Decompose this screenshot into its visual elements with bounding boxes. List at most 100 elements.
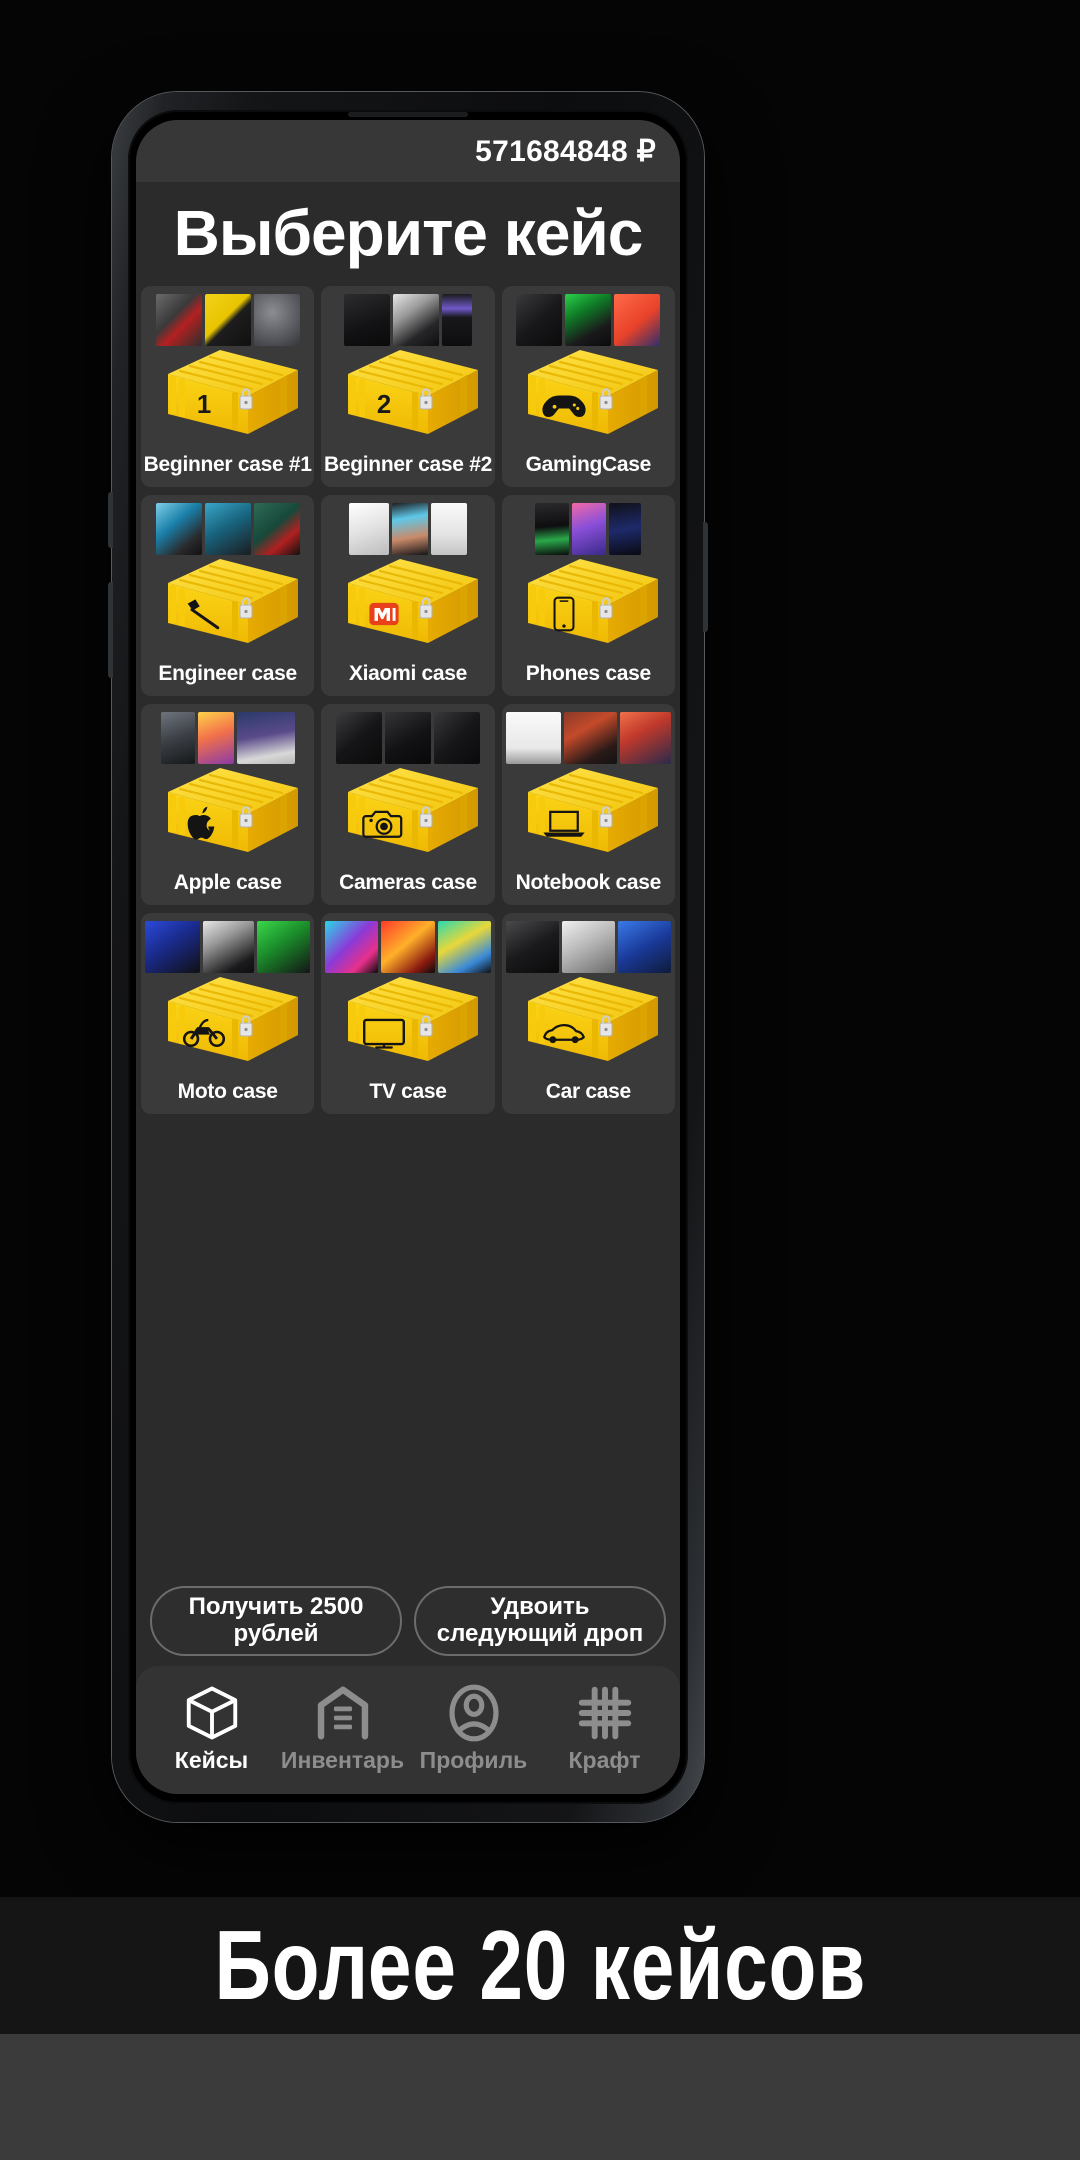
case-label: Xiaomi case <box>348 662 468 685</box>
case-label: Car case <box>545 1080 631 1103</box>
case-label: Phones case <box>525 662 651 685</box>
loot-item-hammer-drill <box>204 502 251 555</box>
case-card-apple[interactable]: Apple case <box>141 704 315 905</box>
loot-item-blue-sedan <box>617 920 671 973</box>
case-lock-icon <box>419 806 433 828</box>
loot-item-ultrabook <box>619 711 671 764</box>
loot-item-silver-sports <box>561 920 615 973</box>
case-label: Engineer case <box>158 662 297 685</box>
case-card-tv[interactable]: TV case <box>321 913 495 1114</box>
loot-preview-strip <box>321 286 494 348</box>
loot-item-dslr-3 <box>433 711 480 764</box>
case-box-art <box>528 768 659 852</box>
loot-item-tv-landscape <box>437 920 491 973</box>
case-card-xiaomi[interactable]: Xiaomi case <box>321 495 495 696</box>
case-lock-icon <box>599 388 613 410</box>
promo-banner: Более 20 кейсов <box>0 1897 1080 2034</box>
loot-item-speakers <box>516 293 563 346</box>
case-lock-icon <box>239 1015 253 1037</box>
earpiece-speaker <box>348 112 468 117</box>
loot-preview-strip <box>141 495 314 557</box>
case-card-notebook[interactable]: Notebook case <box>501 704 675 905</box>
double-next-drop-button[interactable]: Удвоить следующий дроп <box>414 1586 666 1656</box>
case-artwork: 2 <box>321 334 494 446</box>
bottom-strip <box>0 2034 1080 2160</box>
nav-item-craft[interactable]: Крафт <box>545 1682 665 1774</box>
case-card-moto[interactable]: Moto case <box>141 913 315 1114</box>
case-card-engineer[interactable]: Engineer case <box>141 495 315 696</box>
case-card-beginner-2[interactable]: 2 Beginner case #2 <box>321 286 495 487</box>
bottom-navigation: Кейсы Инвентарь Профиль Крафт <box>136 1666 680 1794</box>
nav-label-profile: Профиль <box>419 1747 528 1773</box>
person-icon <box>448 1684 499 1742</box>
case-box-art <box>347 559 478 643</box>
grid-hash-icon <box>578 1686 631 1740</box>
case-artwork <box>502 543 675 655</box>
loot-item-air-purifier <box>430 502 467 555</box>
balance-bar: 571684848 ₽ <box>136 120 680 182</box>
loot-item-ps4-controller <box>614 293 661 346</box>
box-icon <box>186 1686 237 1740</box>
case-lock-icon <box>599 1015 613 1037</box>
nav-item-profile[interactable]: Профиль <box>414 1682 534 1774</box>
loot-item-walkie-talkie <box>441 293 472 346</box>
case-box-art <box>167 977 298 1061</box>
case-artwork <box>141 752 314 864</box>
case-artwork <box>321 543 494 655</box>
loot-item-ipad <box>197 711 234 764</box>
loot-preview-strip <box>502 495 675 557</box>
case-label: Moto case <box>177 1080 278 1103</box>
case-artwork <box>502 961 675 1073</box>
case-artwork <box>502 752 675 864</box>
case-card-cameras[interactable]: Cameras case <box>321 704 495 905</box>
nav-item-inventory[interactable]: Инвентарь <box>280 1682 405 1774</box>
loot-item-alienware <box>505 711 561 764</box>
nav-item-cases[interactable]: Кейсы <box>152 1682 272 1774</box>
loot-item-bluetooth-speaker <box>253 293 300 346</box>
case-box-art <box>167 768 298 852</box>
case-box-art: 1 <box>167 350 298 434</box>
loot-item-dslr-1 <box>335 711 382 764</box>
claim-rubles-button[interactable]: Получить 2500 рублей <box>150 1586 402 1656</box>
nav-label-cases: Кейсы <box>174 1747 249 1773</box>
case-grid: 1 Beginner case #1 2 Beginner case #2 Ga… <box>136 286 680 1574</box>
case-box-art <box>347 768 478 852</box>
case-card-beginner-1[interactable]: 1 Beginner case #1 <box>141 286 315 487</box>
loot-item-dslr-2 <box>384 711 431 764</box>
loot-item-galaxy-a50 <box>572 502 607 555</box>
case-artwork: 1 <box>141 334 314 446</box>
loot-preview-strip <box>321 913 494 975</box>
case-card-car[interactable]: Car case <box>501 913 675 1114</box>
case-label: TV case <box>369 1080 447 1103</box>
loot-preview-strip <box>321 704 494 766</box>
loot-item-glue-gun <box>155 293 202 346</box>
loot-item-black-coupe <box>505 920 559 973</box>
loot-item-iphone <box>160 711 195 764</box>
case-card-phones[interactable]: Phones case <box>501 495 675 696</box>
case-label: Beginner case #1 <box>143 453 312 476</box>
warehouse-icon <box>317 1686 368 1740</box>
phone-bezel: 571684848 ₽ Выберите кейс 1 Beginner cas… <box>128 110 688 1804</box>
loot-item-gaming-laptop <box>563 711 617 764</box>
loot-item-naked-bike <box>203 920 255 973</box>
loot-item-gaming-chair <box>565 293 612 346</box>
loot-preview-strip <box>502 913 675 975</box>
nav-label-inventory: Инвентарь <box>280 1747 405 1773</box>
case-lock-icon <box>419 597 433 619</box>
loot-item-dirt-bike <box>257 920 311 973</box>
case-box-art: 2 <box>347 350 478 434</box>
loot-item-black-shark <box>535 502 570 555</box>
case-card-gaming[interactable]: GamingCase <box>501 286 675 487</box>
promo-headline: Более 20 кейсов <box>214 1910 866 2020</box>
loot-item-earbuds <box>348 502 389 555</box>
case-label: GamingCase <box>525 453 652 476</box>
case-artwork <box>141 961 314 1073</box>
case-lock-icon <box>419 388 433 410</box>
loot-preview-strip <box>321 495 494 557</box>
loot-item-tv-ink <box>325 920 379 973</box>
loot-item-vr-headset <box>392 293 439 346</box>
case-lock-icon <box>239 597 253 619</box>
page-title: Выберите кейс <box>136 182 680 286</box>
case-lock-icon <box>239 806 253 828</box>
nav-label-craft: Крафт <box>568 1747 641 1773</box>
